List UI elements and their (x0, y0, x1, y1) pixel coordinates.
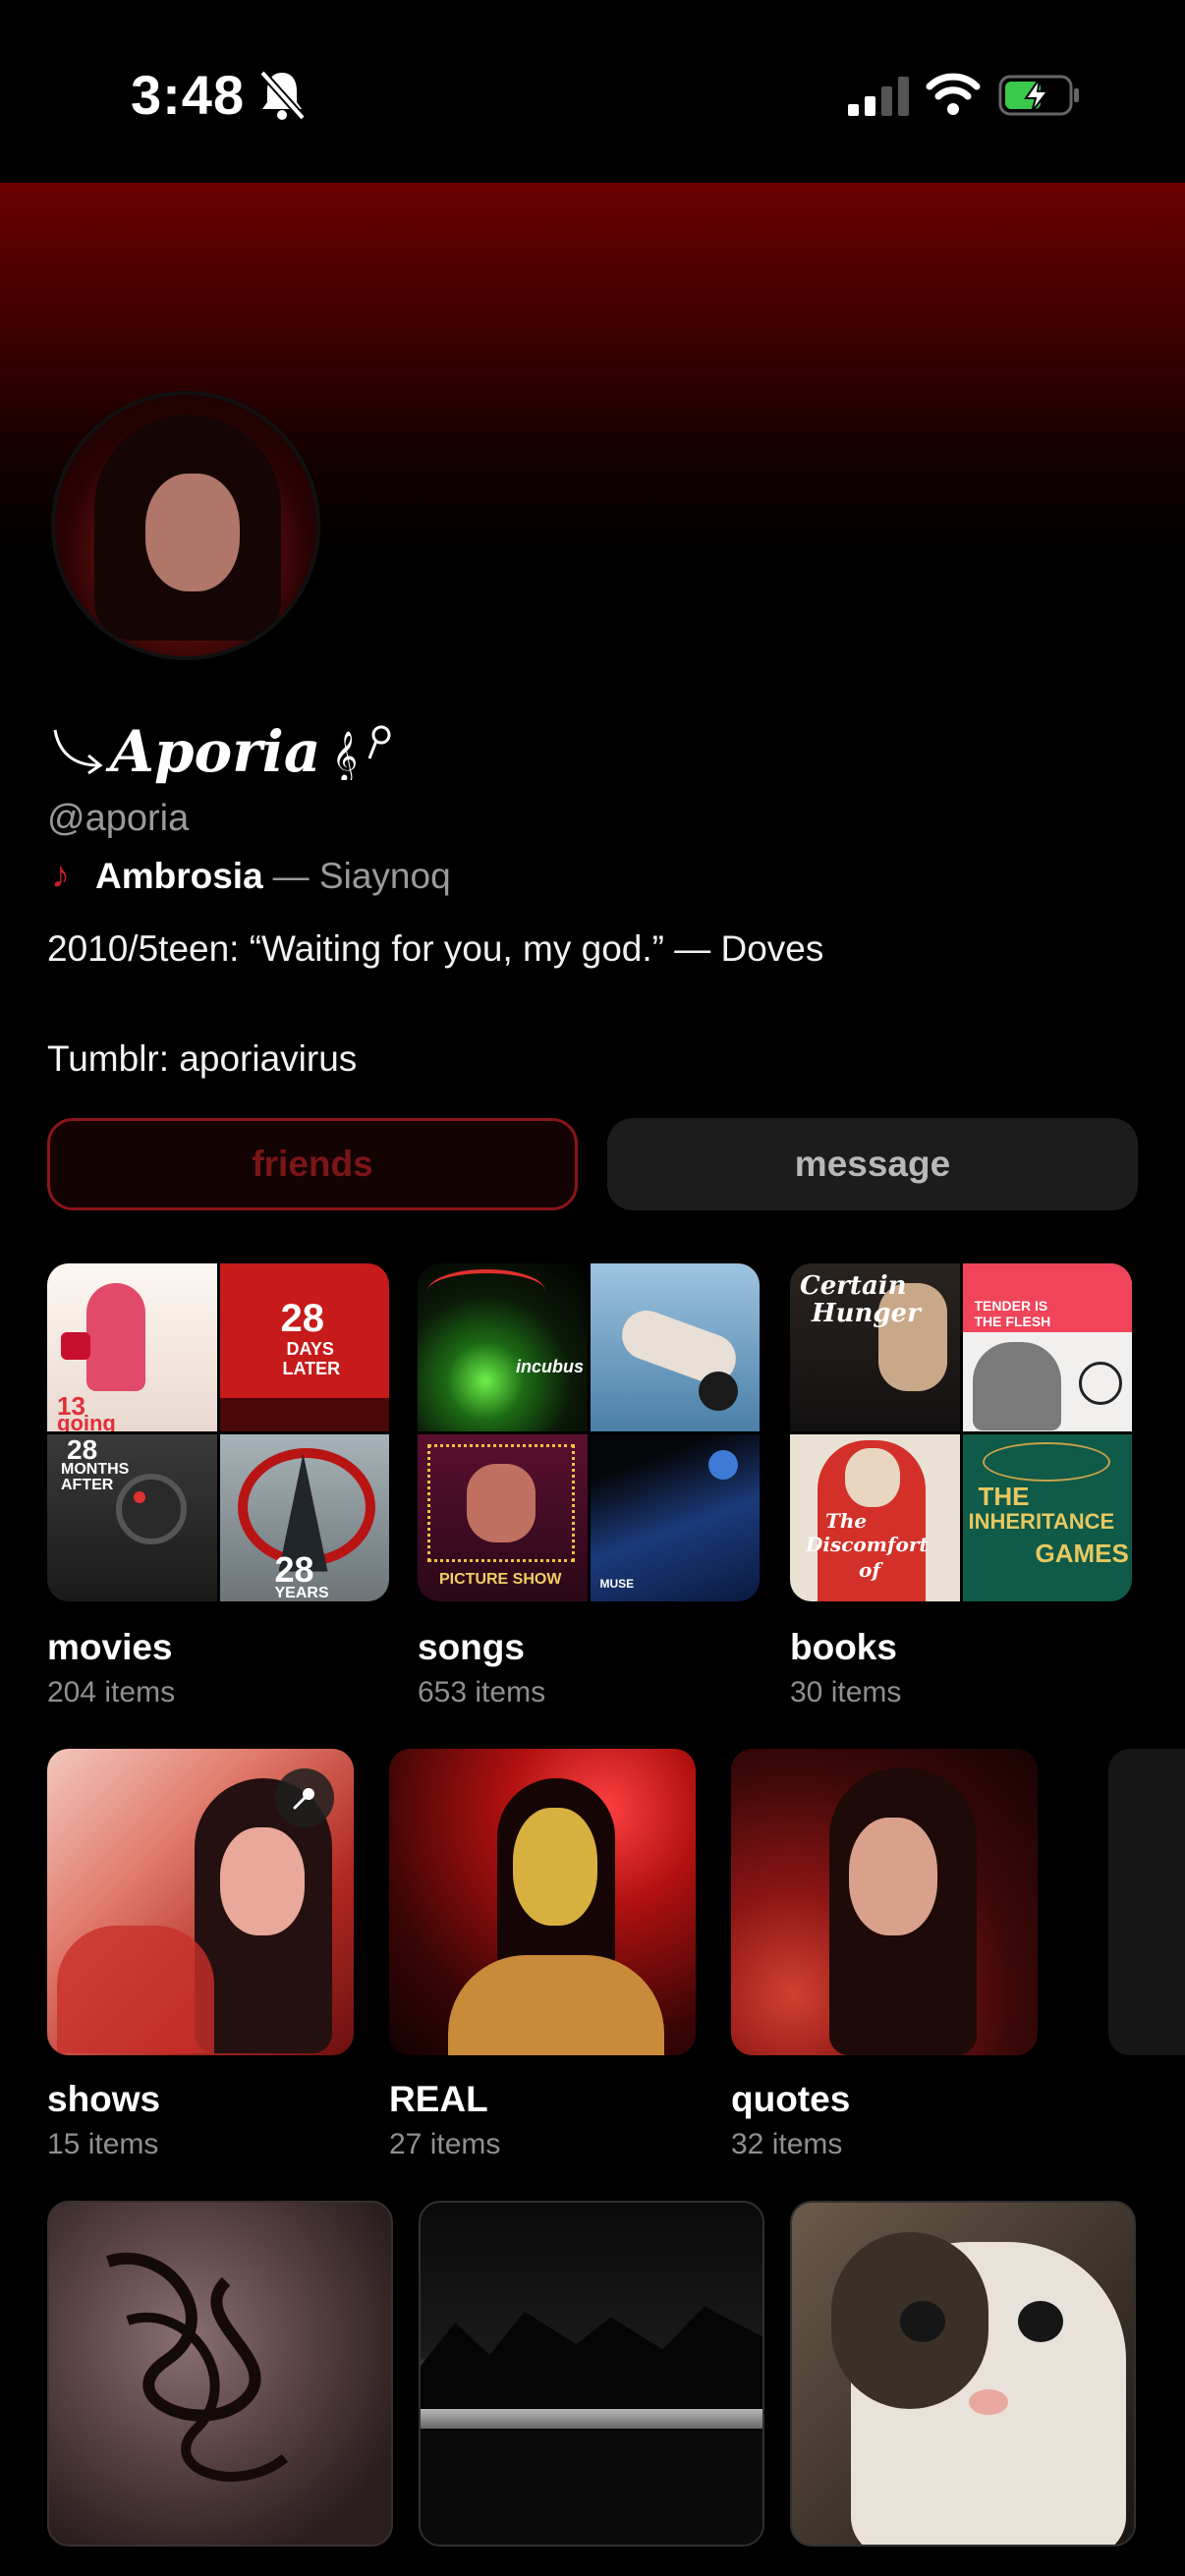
arrow-decoration-icon (53, 729, 103, 775)
collection-title: songs (418, 1627, 525, 1667)
collection-count: 204 items (47, 1676, 176, 1708)
collection-count: 32 items (731, 2128, 843, 2160)
music-note-icon: ♪ (51, 855, 70, 896)
collection-thumbnail (419, 2201, 764, 2547)
bio: 2010/5teen: “Waiting for you, my god.” —… (47, 922, 823, 1087)
song-artist: — Siaynoq (272, 855, 451, 896)
wifi-icon (926, 73, 981, 115)
collection-thumbnail: incubus PICTURE SHOW MUSE (418, 1263, 760, 1601)
collection-card-partial[interactable] (1108, 1749, 1185, 2055)
collection-thumbnail (389, 1749, 696, 2055)
bio-line[interactable]: Tumblr: aporiavirus (47, 1032, 823, 1087)
collection-thumbnail (47, 2201, 393, 2547)
collection-thumbnail (47, 1749, 354, 2055)
status-bar: 3:48 (0, 0, 1185, 183)
collection-count: 653 items (418, 1676, 546, 1708)
battery-charging-icon (998, 75, 1079, 116)
pin-icon[interactable] (275, 1768, 334, 1827)
collection-thumbnail (731, 1749, 1038, 2055)
collection-title: REAL (389, 2079, 488, 2119)
collection-title: movies (47, 1627, 173, 1667)
collection-title: shows (47, 2079, 161, 2119)
collection-thumbnail (790, 2201, 1136, 2547)
collection-title: quotes (731, 2079, 851, 2119)
bell-slash-icon (259, 70, 306, 121)
collection-count: 15 items (47, 2128, 159, 2160)
display-name-row: Aporia 𝄞 (51, 715, 395, 788)
message-button[interactable]: message (607, 1118, 1138, 1210)
music-clef-decoration-icon: 𝄞 (332, 725, 391, 780)
collection-thumbnail: Certain Hunger TENDER IS THE FLESH The D… (790, 1263, 1132, 1601)
now-playing[interactable]: ♪ Ambrosia — Siaynoq (51, 855, 451, 897)
friends-button[interactable]: friends (47, 1118, 578, 1210)
status-time: 3:48 (131, 64, 246, 126)
user-handle: @aporia (47, 798, 190, 839)
bio-line: 2010/5teen: “Waiting for you, my god.” —… (47, 928, 824, 969)
avatar[interactable] (51, 391, 320, 660)
collection-title: books (790, 1627, 897, 1667)
collection-thumbnail: 13 going 28 DAYS LATER 28 MONTHS AFTER 2… (47, 1263, 389, 1601)
song-title: Ambrosia (95, 855, 263, 896)
svg-text:𝄞: 𝄞 (332, 731, 358, 780)
collection-count: 27 items (389, 2128, 501, 2160)
cellular-signal-icon (848, 77, 909, 116)
display-name: Aporia (110, 718, 321, 785)
collection-count: 30 items (790, 1676, 902, 1708)
